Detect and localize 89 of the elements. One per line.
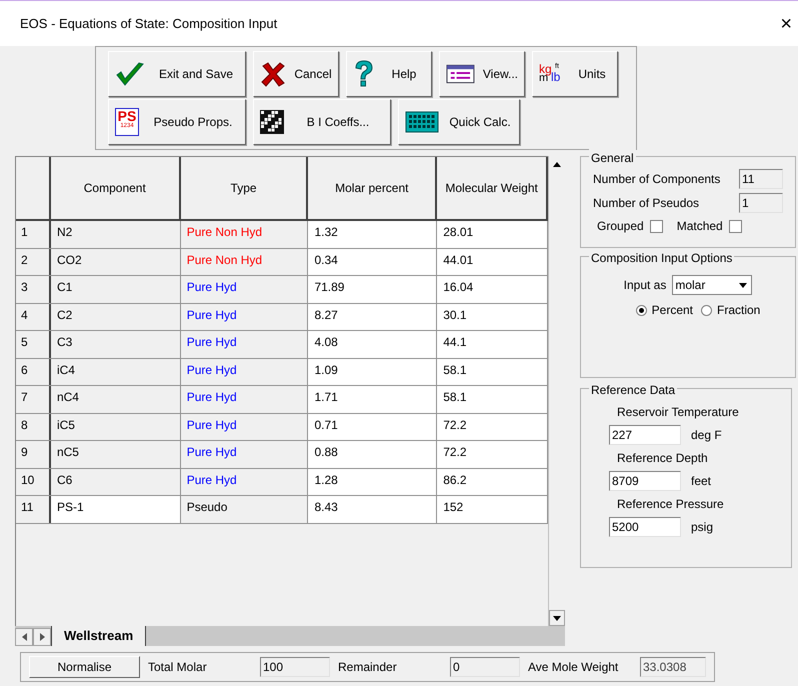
normalise-button[interactable]: Normalise xyxy=(29,656,140,678)
checkbox[interactable] xyxy=(728,220,742,232)
value-field[interactable]: 100 xyxy=(260,657,330,677)
table-cell: 71.89 xyxy=(308,276,438,302)
value-field[interactable]: 5200 xyxy=(609,517,681,537)
column-header: Molar percent xyxy=(308,157,438,219)
value-field[interactable]: 1 xyxy=(739,193,783,213)
right-arrow-icon xyxy=(40,633,44,641)
table-cell: 4.08 xyxy=(308,331,438,358)
table-cell: 0.71 xyxy=(308,414,438,440)
table-cell: Pure Hyd xyxy=(180,468,308,495)
dropdown-arrow-icon xyxy=(739,282,748,288)
checkmark-icon xyxy=(115,61,145,87)
checkbox-label: Grouped xyxy=(597,218,644,235)
table-cell: 1.28 xyxy=(308,468,438,495)
input-as-dropdown[interactable]: molar xyxy=(672,275,752,295)
unit-label: psig xyxy=(691,519,714,536)
table-cell: Pure Hyd xyxy=(180,386,308,412)
table-cell: 86.2 xyxy=(437,468,548,495)
table-cell: 72.2 xyxy=(437,414,548,440)
table-cell: 1.09 xyxy=(308,358,438,385)
toolbar-button[interactable]: View... xyxy=(439,51,525,97)
table-cell: 1.71 xyxy=(308,386,438,412)
table-cell: 152 xyxy=(437,496,548,522)
scroll-down-icon xyxy=(553,616,561,620)
question-mark-icon xyxy=(353,59,375,89)
toolbar-button[interactable]: Exit and Save xyxy=(108,51,246,97)
table-cell: Pure Non Hyd xyxy=(180,221,308,248)
table-cell: Pure Hyd xyxy=(180,414,308,440)
radio-label: Fraction xyxy=(717,302,760,319)
field-label: Reservoir Temperature xyxy=(616,404,740,421)
sheet-tab[interactable]: Wellstream xyxy=(51,626,146,646)
table-cell: 1.32 xyxy=(308,221,438,248)
table-cell: Pure Hyd xyxy=(180,331,308,358)
field-label: Remainder xyxy=(338,659,398,676)
column-header: Component xyxy=(50,157,181,219)
value-field[interactable]: 11 xyxy=(739,169,783,189)
field-label: Total Molar xyxy=(148,659,208,676)
table-cell: Pure Hyd xyxy=(180,441,308,468)
left-arrow-icon xyxy=(22,633,26,641)
table-cell: 16.04 xyxy=(437,276,548,302)
matrix-icon xyxy=(260,110,284,134)
table-cell: 0.88 xyxy=(308,441,438,468)
close-button[interactable]: × xyxy=(778,14,794,34)
field-label: Reference Pressure xyxy=(616,496,725,513)
field-label: Ave Mole Weight xyxy=(528,659,620,676)
field-label: Reference Depth xyxy=(616,450,709,467)
table-cell: Pure Hyd xyxy=(180,304,308,330)
value-field[interactable]: 227 xyxy=(609,425,681,445)
value-field[interactable]: 33.0308 xyxy=(640,657,706,677)
table-cell: Pseudo xyxy=(180,496,308,522)
list-window-icon xyxy=(446,64,475,84)
field-label: Input as xyxy=(624,277,666,294)
tab-scroll-right[interactable] xyxy=(33,628,51,646)
table-cell: 58.1 xyxy=(437,358,548,385)
unit-label: feet xyxy=(691,473,712,490)
toolbar-button[interactable]: Quick Calc. xyxy=(398,99,520,145)
unit-label: deg F xyxy=(691,427,722,444)
table-cell: 28.01 xyxy=(437,221,548,248)
table-cell: 30.1 xyxy=(437,304,548,330)
radio-button[interactable] xyxy=(636,304,647,316)
field-label: Number of Pseudos xyxy=(593,195,700,212)
table-cell: Pure Non Hyd xyxy=(180,248,308,275)
radio-label: Percent xyxy=(652,302,693,319)
table-cell: 8.43 xyxy=(308,496,438,522)
toolbar-button[interactable]: Help xyxy=(346,51,432,97)
tab-scroll-left[interactable] xyxy=(15,628,33,646)
calculator-icon xyxy=(405,111,439,133)
table-cell: 44.01 xyxy=(437,248,548,275)
table-cell: Pure Hyd xyxy=(180,358,308,385)
table-cell: 0.34 xyxy=(308,248,438,275)
table-cell: 44.1 xyxy=(437,331,548,358)
table-cell: 58.1 xyxy=(437,386,548,412)
toolbar-button[interactable]: B I Coeffs... xyxy=(253,99,391,145)
field-label: Number of Components xyxy=(593,171,720,188)
value-field[interactable]: 0 xyxy=(450,657,520,677)
table-cell: Pure Hyd xyxy=(180,276,308,302)
table-cell: PS-1 xyxy=(50,496,181,522)
checkbox[interactable] xyxy=(650,220,663,232)
scroll-up-icon xyxy=(553,162,561,166)
value-field[interactable]: 8709 xyxy=(609,471,681,491)
checkbox-label: Matched xyxy=(676,218,723,235)
cross-icon xyxy=(260,61,286,87)
table-cell: 8.27 xyxy=(308,304,438,330)
table-cell: 72.2 xyxy=(437,441,548,468)
window-title: EOS - Equations of State: Composition Input xyxy=(20,14,278,33)
radio-button[interactable] xyxy=(701,304,712,316)
column-header: Type xyxy=(180,157,308,219)
toolbar-button[interactable]: Cancel xyxy=(253,51,339,97)
